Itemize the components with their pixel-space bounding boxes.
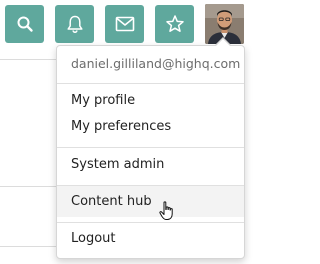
- page-divider: [0, 59, 56, 60]
- search-icon: [17, 16, 33, 32]
- menu-item-my-profile[interactable]: My profile: [71, 93, 135, 108]
- menu-item-content-hub[interactable]: Content hub: [71, 194, 152, 209]
- menu-divider: [57, 222, 244, 223]
- search-button[interactable]: [5, 5, 44, 43]
- user-email: daniel.gilliland@highq.com: [71, 56, 241, 71]
- star-icon: [165, 15, 184, 32]
- hand-cursor-icon: [159, 201, 173, 220]
- favorites-button[interactable]: [155, 5, 194, 43]
- envelope-icon: [115, 16, 134, 32]
- menu-item-logout[interactable]: Logout: [71, 231, 116, 246]
- dropdown-caret-fill: [215, 39, 231, 47]
- user-menu-dropdown: daniel.gilliland@highq.com My profile My…: [56, 37, 245, 259]
- bell-icon: [66, 15, 83, 34]
- page-divider: [0, 186, 56, 187]
- menu-item-my-preferences[interactable]: My preferences: [71, 119, 171, 134]
- page-divider: [0, 246, 56, 247]
- menu-divider: [57, 147, 244, 148]
- messages-button[interactable]: [105, 5, 144, 43]
- menu-item-system-admin[interactable]: System admin: [71, 157, 164, 172]
- menu-divider: [57, 83, 244, 84]
- notifications-button[interactable]: [55, 5, 94, 43]
